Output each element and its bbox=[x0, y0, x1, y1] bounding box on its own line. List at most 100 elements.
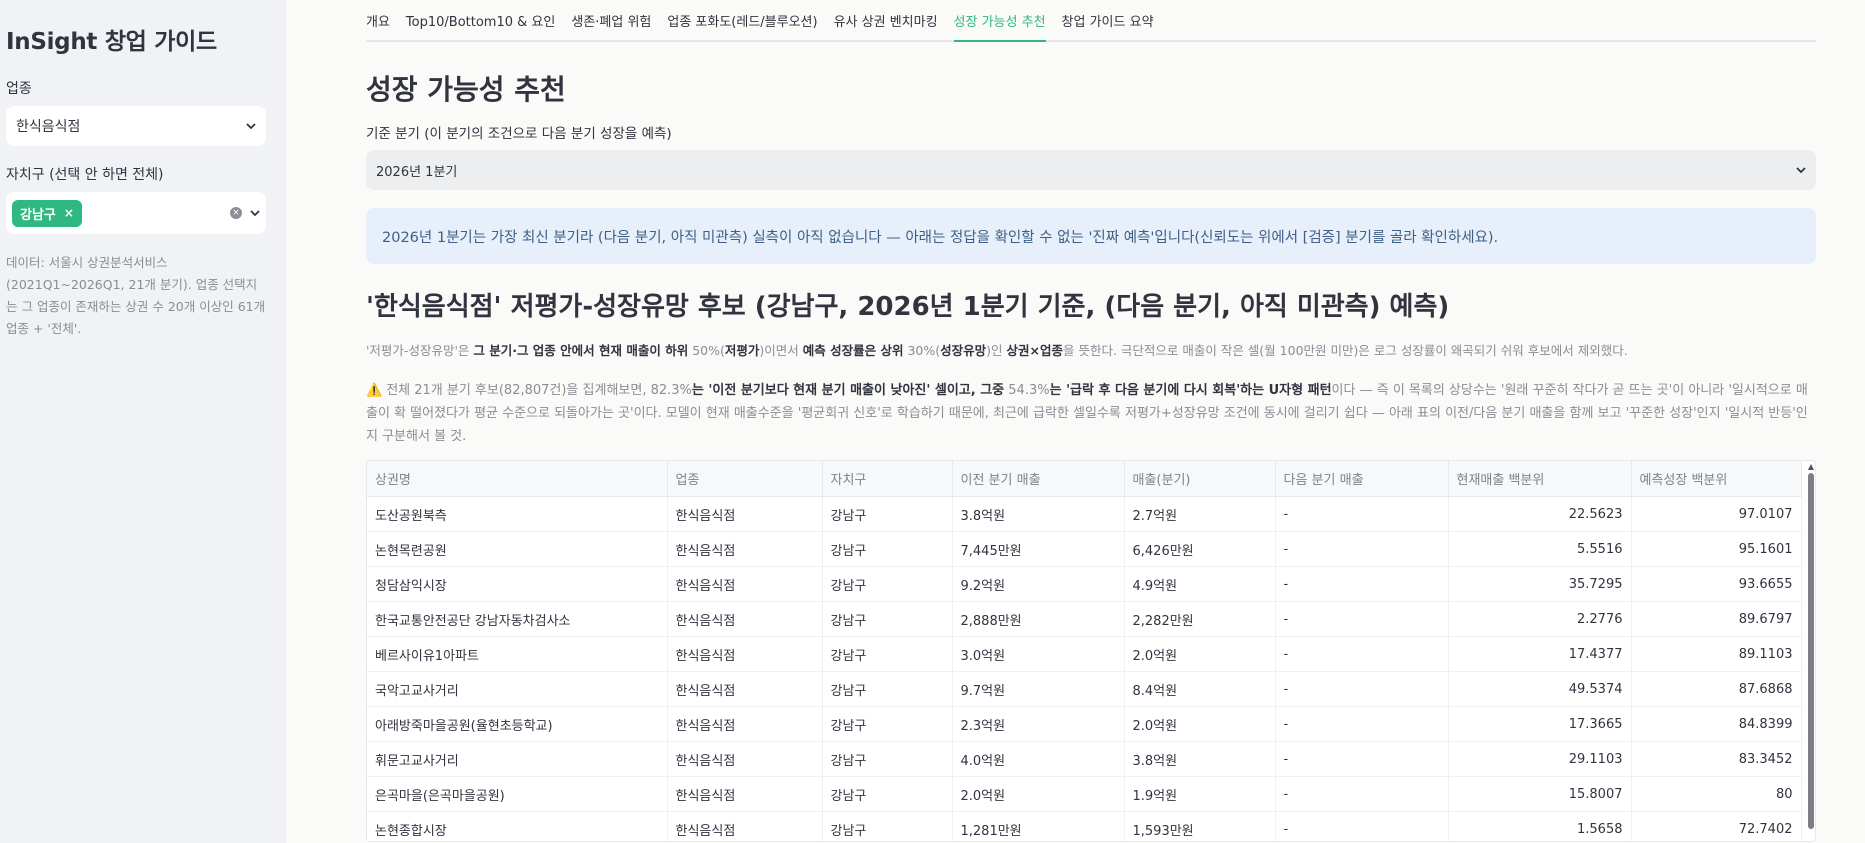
industry-label: 업종 bbox=[6, 81, 32, 97]
remove-tag-icon[interactable]: × bbox=[64, 206, 74, 220]
table-cell: 3.8억원 bbox=[952, 496, 1125, 532]
table-row[interactable]: 은곡마을(은곡마을공원) 한식음식점 강남구 2.0억원 1.9억원 - 15.… bbox=[367, 776, 1802, 812]
table-cell: 2.3억원 bbox=[952, 706, 1125, 742]
chevron-down-icon bbox=[246, 123, 256, 130]
table-cell: 한국교통안전공단 강남자동차검사소 bbox=[367, 601, 668, 637]
info-alert-text: 2026년 1분기는 가장 최신 분기라 (다음 분기, 아직 미관측) 실측이… bbox=[382, 229, 1499, 246]
table-cell: 국악고교사거리 bbox=[367, 671, 668, 707]
table-cell: 강남구 bbox=[822, 741, 953, 777]
table-cell: 15.8007 bbox=[1448, 776, 1632, 812]
table-body: 도산공원북측 한식음식점 강남구 3.8억원 2.7억원 - 22.5623 9… bbox=[367, 496, 1802, 841]
table-cell: 한식음식점 bbox=[667, 601, 823, 637]
table-cell: 아래방죽마을공원(율현초등학교) bbox=[367, 706, 668, 742]
table-row[interactable]: 청담삼익시장 한식음식점 강남구 9.2억원 4.9억원 - 35.7295 9… bbox=[367, 566, 1802, 602]
caption-bold: 성장유망 bbox=[940, 343, 987, 358]
table-cell: 강남구 bbox=[822, 566, 953, 602]
table-cell: 한식음식점 bbox=[667, 811, 823, 841]
table-cell: 9.2억원 bbox=[952, 566, 1125, 602]
table-cell: 한식음식점 bbox=[667, 566, 823, 602]
table-cell: - bbox=[1275, 811, 1449, 841]
warning-icon: ⚠️ bbox=[366, 383, 383, 398]
table-scrollbar[interactable] bbox=[1808, 473, 1814, 829]
tab-growth-recommendation[interactable]: 성장 가능성 추천 bbox=[953, 11, 1046, 42]
table-cell: 2.0억원 bbox=[1124, 706, 1276, 742]
industry-select[interactable]: 한식음식점 bbox=[6, 106, 266, 146]
table-cell: 강남구 bbox=[822, 496, 953, 532]
candidate-table[interactable]: 상권명 업종 자치구 이전 분기 매출 매출(분기) 다음 분기 매출 현재매출… bbox=[366, 460, 1816, 842]
table-row[interactable]: 국악고교사거리 한식음식점 강남구 9.7억원 8.4억원 - 49.5374 … bbox=[367, 671, 1802, 707]
table-cell: 강남구 bbox=[822, 706, 953, 742]
table-row[interactable]: 논현목련공원 한식음식점 강남구 7,445만원 6,426만원 - 5.551… bbox=[367, 531, 1802, 567]
clear-all-icon[interactable]: × bbox=[230, 207, 242, 219]
table-cell: 청담삼익시장 bbox=[367, 566, 668, 602]
caption-bold: 상권×업종 bbox=[1006, 343, 1063, 358]
quarter-select[interactable]: 2026년 1분기 bbox=[366, 150, 1816, 190]
table-cell: 한식음식점 bbox=[667, 496, 823, 532]
table-cell: 84.8399 bbox=[1631, 706, 1802, 742]
column-header[interactable]: 현재매출 백분위 bbox=[1448, 461, 1632, 497]
table-cell: 1.5658 bbox=[1448, 811, 1632, 841]
industry-select-value: 한식음식점 bbox=[16, 119, 81, 135]
column-header[interactable]: 상권명 bbox=[367, 461, 668, 497]
column-header[interactable]: 이전 분기 매출 bbox=[952, 461, 1125, 497]
table-cell: 1.9억원 bbox=[1124, 776, 1276, 812]
district-multiselect[interactable]: 강남구 × × bbox=[6, 192, 266, 234]
warning-caption: ⚠️ 전체 21개 분기 후보(82,807건)을 집계해보면, 82.3%는 '… bbox=[366, 379, 1816, 448]
tab-startup-guide-summary[interactable]: 창업 가이드 요약 bbox=[1062, 11, 1154, 40]
caption-bold: 예측 성장률은 상위 bbox=[802, 343, 904, 358]
district-tag[interactable]: 강남구 × bbox=[12, 199, 82, 227]
tab-bar: 개요 Top10/Bottom10 & 요인 생존·폐업 위험 업종 포화도(레… bbox=[366, 0, 1816, 42]
table-cell: 2.2776 bbox=[1448, 601, 1632, 637]
main-content: 개요 Top10/Bottom10 & 요인 생존·폐업 위험 업종 포화도(레… bbox=[366, 0, 1816, 842]
column-header[interactable]: 다음 분기 매출 bbox=[1275, 461, 1449, 497]
table-cell: 논현종합시장 bbox=[367, 811, 668, 841]
table-cell: 80 bbox=[1631, 776, 1802, 812]
table-row[interactable]: 휘문고교사거리 한식음식점 강남구 4.0억원 3.8억원 - 29.1103 … bbox=[367, 741, 1802, 777]
app-title: InSight 창업 가이드 bbox=[6, 29, 217, 55]
table-cell: 한식음식점 bbox=[667, 636, 823, 672]
table-cell: - bbox=[1275, 601, 1449, 637]
definition-caption: '저평가-성장유망'은 그 분기·그 업종 안에서 현재 매출이 하위 50%(… bbox=[366, 341, 1816, 361]
column-header[interactable]: 자치구 bbox=[822, 461, 953, 497]
table-cell: 강남구 bbox=[822, 601, 953, 637]
tab-benchmarking[interactable]: 유사 상권 벤치마킹 bbox=[834, 11, 938, 40]
data-source-note: 데이터: 서울시 상권분석서비스 (2021Q1~2026Q1, 21개 분기)… bbox=[6, 255, 266, 336]
table-cell: 한식음식점 bbox=[667, 706, 823, 742]
table-cell: - bbox=[1275, 706, 1449, 742]
table-cell: 4.9억원 bbox=[1124, 566, 1276, 602]
table-cell: 도산공원북측 bbox=[367, 496, 668, 532]
table-row[interactable]: 아래방죽마을공원(율현초등학교) 한식음식점 강남구 2.3억원 2.0억원 -… bbox=[367, 706, 1802, 742]
table-row[interactable]: 도산공원북측 한식음식점 강남구 3.8억원 2.7억원 - 22.5623 9… bbox=[367, 496, 1802, 532]
table-cell: 베르사이유1아파트 bbox=[367, 636, 668, 672]
table-cell: 89.6797 bbox=[1631, 601, 1802, 637]
table-row[interactable]: 논현종합시장 한식음식점 강남구 1,281만원 1,593만원 - 1.565… bbox=[367, 811, 1802, 841]
table-row[interactable]: 베르사이유1아파트 한식음식점 강남구 3.0억원 2.0억원 - 17.437… bbox=[367, 636, 1802, 672]
column-header[interactable]: 업종 bbox=[667, 461, 823, 497]
table-cell: 5.5516 bbox=[1448, 531, 1632, 567]
table-cell: 2.0억원 bbox=[1124, 636, 1276, 672]
chevron-down-icon[interactable] bbox=[250, 208, 260, 218]
table-cell: 87.6868 bbox=[1631, 671, 1802, 707]
table-cell: 9.7억원 bbox=[952, 671, 1125, 707]
caption-bold: 저평가 bbox=[724, 343, 760, 358]
caption-bold: 그 분기·그 업종 안에서 현재 매출이 하위 bbox=[473, 343, 689, 358]
column-header[interactable]: 예측성장 백분위 bbox=[1631, 461, 1802, 497]
table-cell: 강남구 bbox=[822, 636, 953, 672]
tab-saturation[interactable]: 업종 포화도(레드/블루오션) bbox=[667, 11, 817, 40]
tab-overview[interactable]: 개요 bbox=[366, 11, 390, 40]
tab-top10-bottom10[interactable]: Top10/Bottom10 & 요인 bbox=[406, 11, 555, 40]
quarter-label: 기준 분기 (이 분기의 조건으로 다음 분기 성장을 예측) bbox=[366, 126, 672, 142]
column-header[interactable]: 매출(분기) bbox=[1124, 461, 1276, 497]
table-cell: 휘문고교사거리 bbox=[367, 741, 668, 777]
table-cell: 2.7억원 bbox=[1124, 496, 1276, 532]
warning-bold: 는 '이전 분기보다 현재 분기 매출이 낮아진' 셀이고, 그중 bbox=[691, 383, 1005, 398]
scroll-up-arrow-icon[interactable]: ▲ bbox=[1808, 462, 1814, 471]
table-cell: - bbox=[1275, 636, 1449, 672]
chevron-down-icon bbox=[1796, 167, 1806, 174]
tab-survival-risk[interactable]: 생존·폐업 위험 bbox=[571, 11, 651, 40]
table-cell: - bbox=[1275, 776, 1449, 812]
page-title: 성장 가능성 추천 bbox=[366, 73, 566, 106]
district-label: 자치구 (선택 안 하면 전체) bbox=[6, 167, 164, 183]
table-row[interactable]: 한국교통안전공단 강남자동차검사소 한식음식점 강남구 2,888만원 2,28… bbox=[367, 601, 1802, 637]
table-cell: 35.7295 bbox=[1448, 566, 1632, 602]
